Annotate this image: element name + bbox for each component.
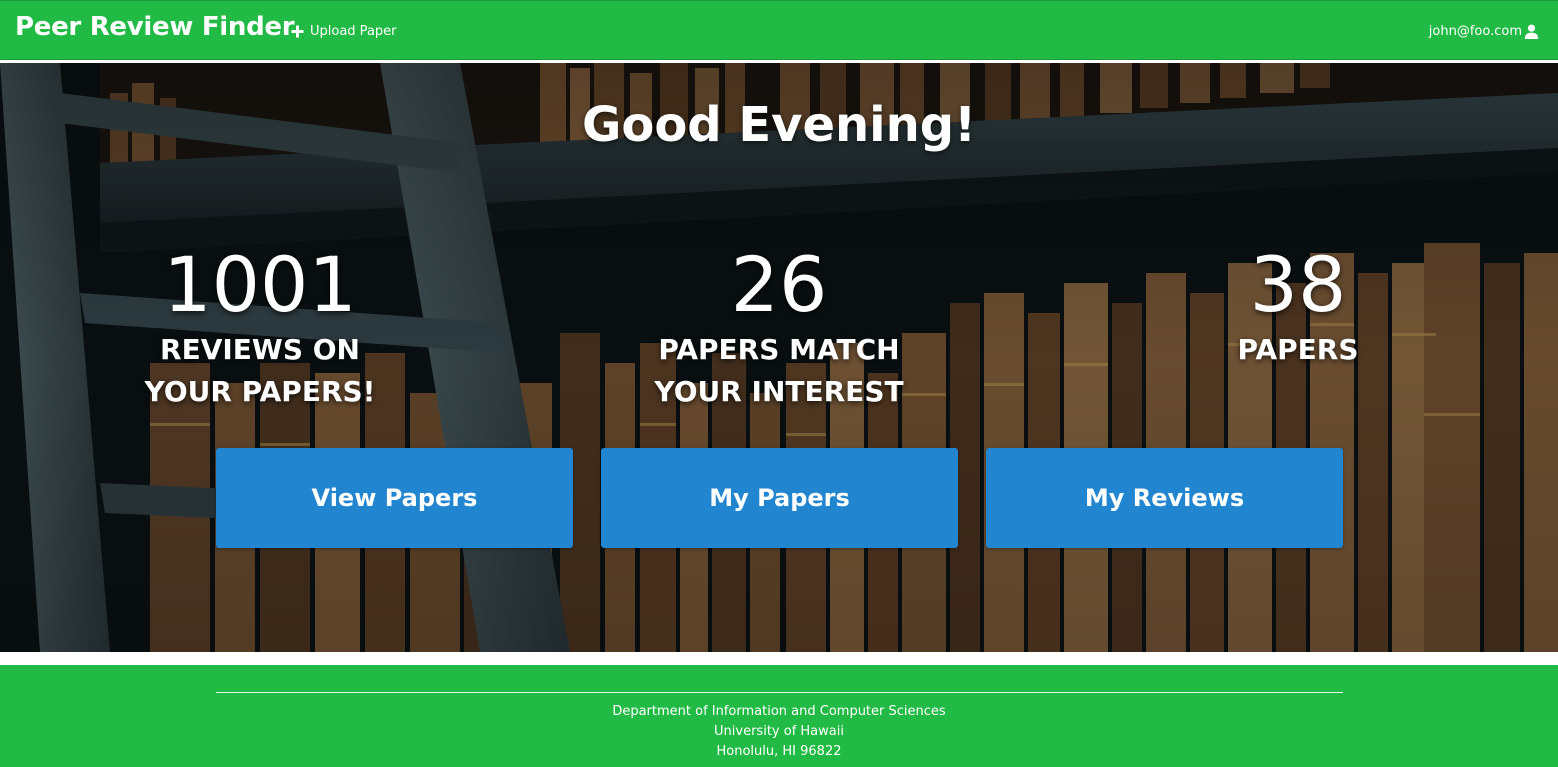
footer-address-block: Department of Information and Computer S…: [0, 702, 1558, 762]
user-icon: [1524, 24, 1539, 39]
footer-university: University of Hawaii: [714, 724, 844, 739]
upload-paper-label: Upload Paper: [310, 23, 397, 39]
stat-papers-label-line1: PAPERS: [1237, 333, 1359, 366]
stat-reviews-label-line1: REVIEWS ON: [160, 333, 360, 366]
greeting-heading: Good Evening!: [581, 97, 977, 153]
stat-matches-number: 26: [730, 240, 828, 329]
stat-reviews-number: 1001: [163, 240, 357, 329]
brand-title[interactable]: Peer Review Finder: [15, 12, 295, 42]
user-email: john@foo.com: [1428, 23, 1522, 39]
footer-department: Department of Information and Computer S…: [612, 704, 946, 719]
stat-reviews-label-line2: YOUR PAPERS!: [144, 375, 376, 408]
user-menu[interactable]: john@foo.com: [1429, 21, 1539, 41]
stat-papers-number: 38: [1249, 240, 1347, 329]
stat-matches-label-line2: YOUR INTEREST: [654, 375, 904, 408]
stat-matches: 26 PAPERS MATCH YOUR INTEREST: [614, 241, 944, 413]
my-papers-button[interactable]: My Papers: [601, 448, 958, 548]
view-papers-button[interactable]: View Papers: [216, 448, 573, 548]
stat-matches-label-line1: PAPERS MATCH: [658, 333, 900, 366]
footer: Department of Information and Computer S…: [0, 665, 1558, 767]
stat-papers: 38 PAPERS: [1133, 241, 1463, 371]
hero-section: Good Evening! 1001 REVIEWS ON YOUR PAPER…: [0, 63, 1558, 652]
footer-address: Honolulu, HI 96822: [716, 744, 842, 759]
stat-reviews: 1001 REVIEWS ON YOUR PAPERS!: [95, 241, 425, 413]
footer-divider: [216, 692, 1343, 693]
plus-icon: [291, 25, 304, 38]
my-reviews-button[interactable]: My Reviews: [986, 448, 1343, 548]
upload-paper-link[interactable]: Upload Paper: [291, 21, 397, 41]
top-navbar: Peer Review Finder Upload Paper john@foo…: [0, 0, 1558, 60]
